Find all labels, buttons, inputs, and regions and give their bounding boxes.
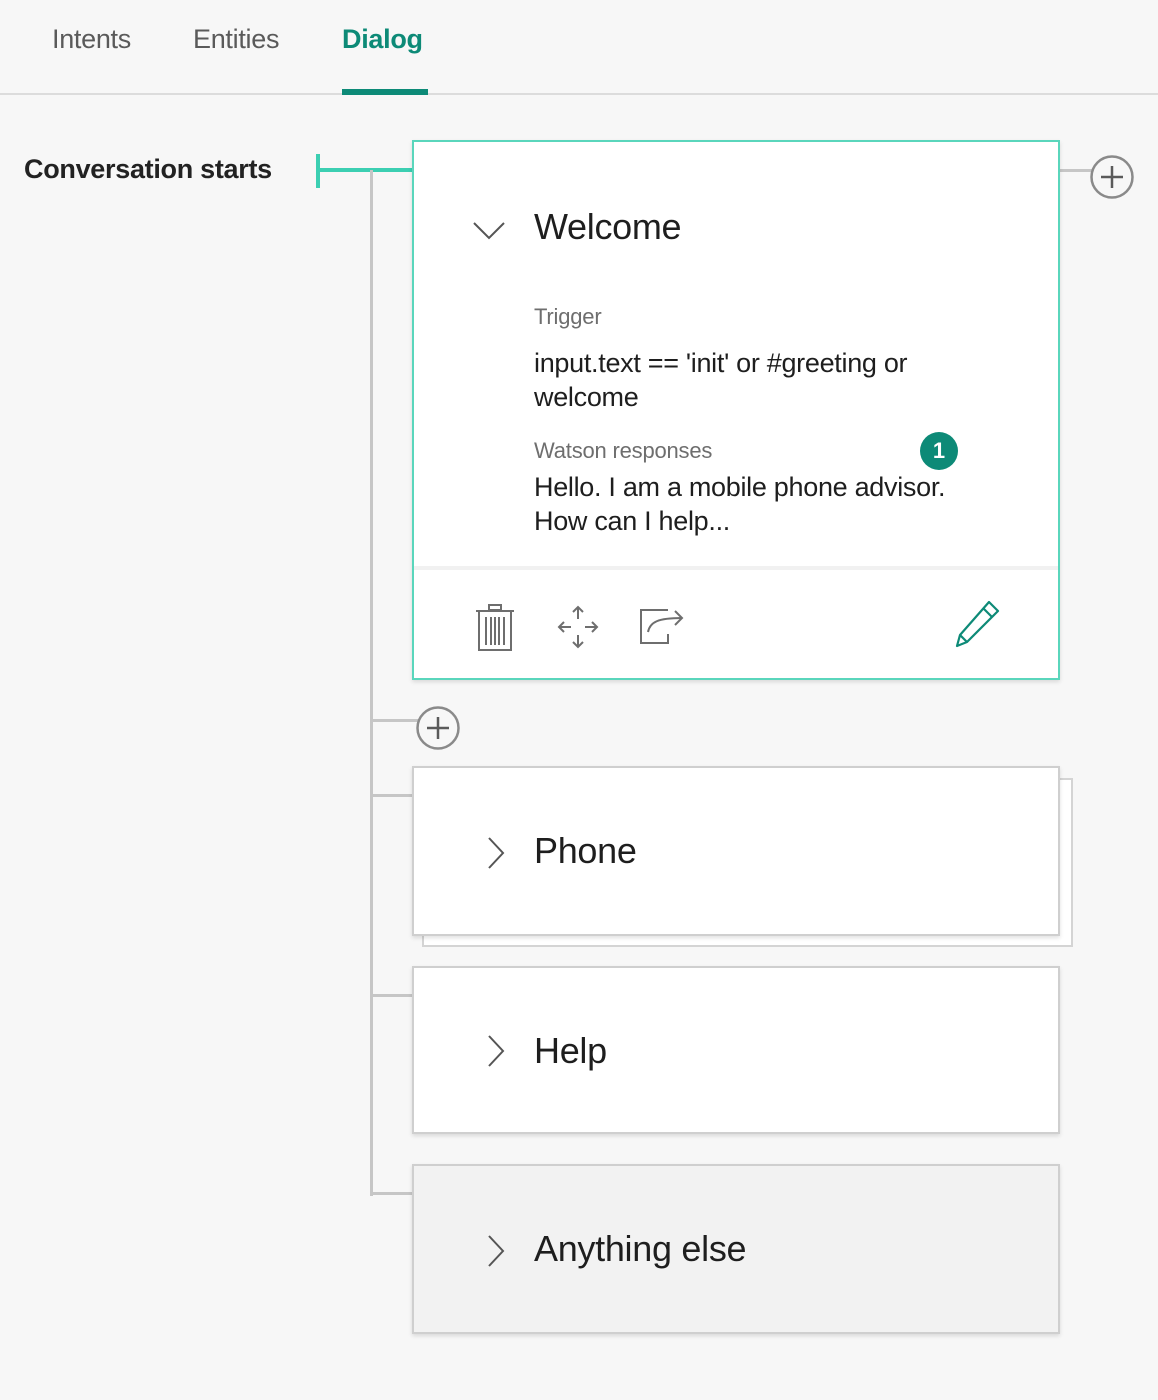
responses-label: Watson responses xyxy=(534,438,713,463)
trash-icon[interactable] xyxy=(474,602,516,652)
trigger-condition: input.text == 'init' or #greeting or wel… xyxy=(534,348,908,412)
tree-branch-phone xyxy=(372,794,414,797)
dialog-node-help[interactable]: Help xyxy=(412,966,1060,1134)
tree-branch-anything-else xyxy=(372,1192,414,1195)
tab-intents[interactable]: Intents xyxy=(52,24,131,55)
tab-entities[interactable]: Entities xyxy=(193,24,279,55)
move-icon[interactable] xyxy=(556,604,600,650)
response-preview: Hello. I am a mobile phone advisor. How … xyxy=(534,472,946,536)
tree-branch-help xyxy=(372,994,414,997)
chevron-down-icon[interactable] xyxy=(472,220,506,242)
tab-dialog[interactable]: Dialog xyxy=(342,24,423,55)
active-tab-indicator xyxy=(342,89,428,95)
chevron-right-icon[interactable] xyxy=(486,1034,506,1068)
add-node-below-icon[interactable] xyxy=(415,705,461,751)
trigger-label: Trigger xyxy=(534,304,602,329)
conversation-starts-label: Conversation starts xyxy=(24,154,272,184)
responses-count-badge: 1 xyxy=(920,432,958,470)
add-node-right-icon[interactable] xyxy=(1089,154,1135,200)
node-toolbar xyxy=(414,566,1058,682)
dialog-node-phone[interactable]: Phone xyxy=(412,766,1060,936)
chevron-right-icon[interactable] xyxy=(486,1234,506,1268)
tab-bar: Intents Entities Dialog xyxy=(0,0,1158,95)
tree-add-connector xyxy=(372,719,418,722)
dialog-node-anything-else[interactable]: Anything else xyxy=(412,1164,1060,1334)
chevron-right-icon[interactable] xyxy=(486,836,506,870)
edit-pencil-icon[interactable] xyxy=(954,598,1002,650)
dialog-node-welcome[interactable]: Welcome Trigger input.text == 'init' or … xyxy=(412,140,1060,680)
tree-start-connector xyxy=(318,168,414,172)
node-title: Welcome xyxy=(534,206,682,247)
jump-to-icon[interactable] xyxy=(638,604,686,646)
tree-sibling-connector xyxy=(1060,169,1092,172)
node-title: Help xyxy=(534,1030,607,1071)
tree-trunk-line xyxy=(370,170,373,1196)
node-title: Phone xyxy=(534,830,637,871)
node-title: Anything else xyxy=(534,1228,747,1269)
